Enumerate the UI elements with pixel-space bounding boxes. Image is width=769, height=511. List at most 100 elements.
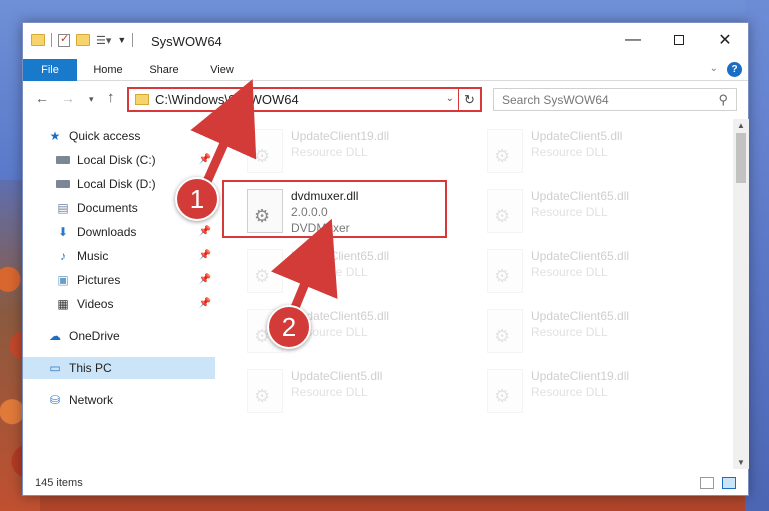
network-icon: ⛁: [49, 393, 61, 407]
scrollbar-thumb[interactable]: [736, 133, 746, 183]
scroll-up-icon[interactable]: ▲: [737, 121, 745, 130]
file-name: UpdateClient19.dll: [291, 129, 390, 143]
dll-file-icon: [487, 309, 523, 353]
maximize-icon: [674, 35, 684, 45]
maximize-button[interactable]: [656, 23, 702, 57]
file-tile[interactable]: UpdateClient5.dll Resource DLL: [241, 365, 461, 417]
file-tile[interactable]: UpdateClient5.dll Resource DLL: [481, 125, 701, 177]
folder-icon: [135, 94, 149, 105]
dll-file-icon: [247, 369, 283, 413]
address-bar[interactable]: C:\Windows\SysWOW64 ⌄ ↻: [127, 87, 482, 112]
search-input[interactable]: Search SysWOW64 ⚲: [493, 88, 737, 111]
tab-share[interactable]: Share: [141, 59, 187, 81]
dll-file-icon: [487, 129, 523, 173]
address-dropdown-icon[interactable]: ⌄: [446, 93, 454, 104]
step-2-marker: 2: [267, 305, 311, 349]
file-name: UpdateClient65.dll: [531, 309, 630, 323]
search-icon[interactable]: ⚲: [718, 92, 728, 108]
folder-icon[interactable]: [31, 34, 45, 46]
address-path[interactable]: C:\Windows\SysWOW64: [155, 92, 299, 107]
new-folder-icon[interactable]: [76, 34, 90, 46]
star-icon: ★: [49, 129, 61, 143]
pin-icon[interactable]: 📌: [199, 274, 211, 285]
recent-locations-chevron-icon[interactable]: ▾: [89, 94, 94, 105]
sidebar-item-label: Videos: [77, 297, 114, 311]
file-name: UpdateClient65.dll: [531, 189, 630, 203]
onedrive-icon: ☁: [49, 329, 61, 343]
forward-arrow-icon[interactable]: →: [61, 90, 75, 106]
videos-icon: ▦: [57, 297, 69, 311]
downloads-icon: ⬇: [57, 225, 69, 239]
sidebar-item-quick-access[interactable]: ★ Quick access: [23, 125, 215, 147]
pin-icon[interactable]: 📌: [199, 250, 211, 261]
file-tile[interactable]: UpdateClient65.dll Resource DLL: [481, 185, 701, 237]
pin-icon[interactable]: 📌: [199, 154, 211, 165]
file-highlight-box: [222, 180, 447, 238]
sidebar-item-pictures[interactable]: ▣ Pictures 📌: [23, 269, 215, 291]
sidebar-item-videos[interactable]: ▦ Videos 📌: [23, 293, 215, 315]
up-arrow-icon[interactable]: ↑: [107, 89, 115, 106]
vertical-scrollbar[interactable]: ▲ ▼: [733, 119, 749, 469]
tab-file[interactable]: File: [23, 59, 77, 81]
pictures-icon: ▣: [57, 273, 69, 287]
step-1-marker: 1: [175, 177, 219, 221]
sidebar-item-downloads[interactable]: ⬇ Downloads 📌: [23, 221, 215, 243]
file-tile[interactable]: UpdateClient65.dll Resource DLL: [481, 305, 701, 357]
file-tile[interactable]: UpdateClient65.dll Resource DLL: [481, 245, 701, 297]
search-placeholder[interactable]: Search SysWOW64: [502, 93, 609, 107]
navigation-bar: ← → ▾ ↑ C:\Windows\SysWOW64 ⌄ ↻ Search S…: [23, 83, 748, 115]
file-name: UpdateClient19.dll: [531, 369, 630, 383]
close-button[interactable]: ✕: [702, 23, 748, 57]
sidebar-item-label: Pictures: [77, 273, 121, 287]
this-pc-icon: ▭: [49, 361, 61, 375]
disk-icon: [55, 153, 71, 167]
file-name: UpdateClient65.dll: [291, 249, 390, 263]
properties-icon[interactable]: [58, 32, 70, 47]
view-options-icon[interactable]: ☰▾: [96, 34, 111, 47]
file-explorer-window: ☰▾ ▼ SysWOW64 — ✕ File Home Share View ⌄…: [22, 22, 749, 496]
title-bar: ☰▾ ▼ SysWOW64 — ✕: [23, 23, 748, 59]
customize-toolbar-icon[interactable]: ▼: [117, 35, 126, 45]
sidebar-item-music[interactable]: ♪ Music 📌: [23, 245, 215, 267]
sidebar-item-label: Local Disk (C:): [77, 153, 156, 167]
dll-file-icon: [487, 369, 523, 413]
sidebar-item-local-disk-c[interactable]: Local Disk (C:) 📌: [23, 149, 215, 171]
dll-file-icon: [487, 189, 523, 233]
toolbar-divider: [51, 33, 52, 47]
sidebar-item-onedrive[interactable]: ☁ OneDrive: [23, 325, 215, 347]
sidebar-item-label: Local Disk (D:): [77, 177, 156, 191]
file-tile[interactable]: UpdateClient19.dll Resource DLL: [481, 365, 701, 417]
tab-view[interactable]: View: [199, 59, 245, 81]
help-icon[interactable]: ?: [727, 62, 742, 77]
sidebar-item-label: This PC: [69, 361, 112, 375]
navigation-pane: ★ Quick access Local Disk (C:) 📌 Local D…: [23, 119, 215, 469]
pin-icon[interactable]: 📌: [199, 226, 211, 237]
quick-access-toolbar: ☰▾ ▼: [31, 32, 134, 47]
item-count: 145 items: [35, 477, 83, 489]
sidebar-item-label: Documents: [77, 201, 138, 215]
sidebar-item-label: OneDrive: [69, 329, 120, 343]
window-title: SysWOW64: [151, 34, 222, 49]
minimize-button[interactable]: —: [610, 23, 656, 57]
status-bar: 145 items: [23, 471, 748, 495]
dll-file-icon: [487, 249, 523, 293]
large-icons-view-icon[interactable]: [722, 477, 736, 489]
sidebar-item-network[interactable]: ⛁ Network: [23, 389, 215, 411]
back-arrow-icon[interactable]: ←: [35, 90, 49, 106]
file-type: Resource DLL: [531, 265, 608, 279]
scroll-down-icon[interactable]: ▼: [737, 458, 745, 467]
music-icon: ♪: [60, 249, 66, 263]
toolbar-divider: [132, 33, 134, 47]
file-type: Resource DLL: [531, 205, 608, 219]
dll-file-icon: [247, 249, 283, 293]
file-tile[interactable]: UpdateClient65.dll Resource DLL: [241, 245, 461, 297]
refresh-icon[interactable]: ↻: [458, 89, 480, 110]
file-name: UpdateClient5.dll: [291, 369, 383, 383]
pin-icon[interactable]: 📌: [199, 298, 211, 309]
expand-ribbon-chevron-icon[interactable]: ⌄: [710, 63, 718, 74]
sidebar-item-this-pc[interactable]: ▭ This PC: [23, 357, 215, 379]
details-view-icon[interactable]: [700, 477, 714, 489]
tab-home[interactable]: Home: [85, 59, 131, 81]
file-tile[interactable]: UpdateClient19.dll Resource DLL: [241, 125, 461, 177]
ribbon-tabs: File Home Share View ⌄ ?: [23, 59, 748, 81]
